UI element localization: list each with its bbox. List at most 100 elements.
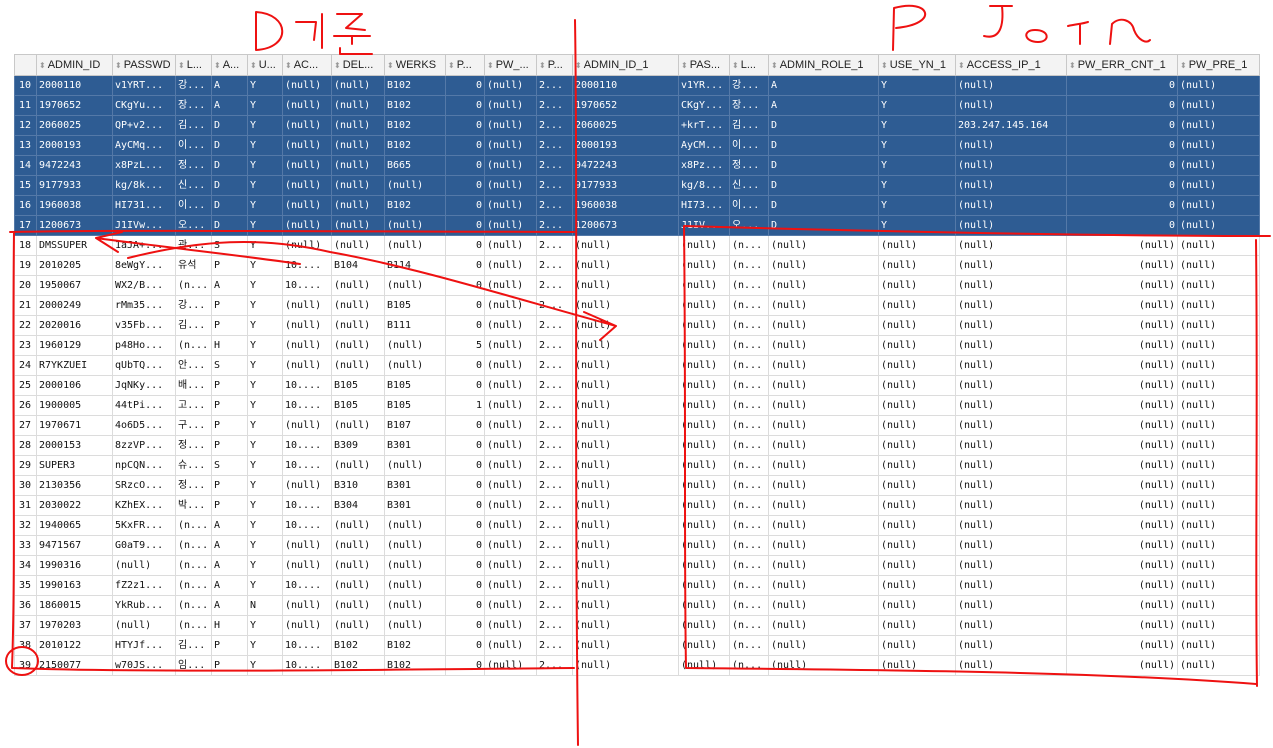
table-cell[interactable]: (null): [678, 375, 730, 396]
table-cell[interactable]: (null): [282, 215, 332, 236]
sort-icon[interactable]: ⬍: [1180, 61, 1187, 70]
table-cell[interactable]: (null): [484, 615, 537, 636]
table-cell[interactable]: Y: [247, 155, 283, 176]
table-cell[interactable]: Y: [247, 315, 283, 336]
table-cell[interactable]: (null): [1066, 655, 1178, 676]
table-cell[interactable]: Y: [247, 215, 283, 236]
table-cell[interactable]: (null): [768, 575, 879, 596]
table-cell[interactable]: (null): [955, 75, 1067, 96]
table-cell[interactable]: (null): [878, 335, 956, 356]
table-cell[interactable]: (null): [878, 635, 956, 656]
table-cell[interactable]: Y: [247, 555, 283, 576]
table-cell[interactable]: (null): [331, 215, 385, 236]
table-cell[interactable]: 0: [445, 615, 485, 636]
table-cell[interactable]: (null): [768, 275, 879, 296]
table-cell[interactable]: 2...: [536, 335, 573, 356]
table-cell[interactable]: (null): [1066, 235, 1178, 256]
table-cell[interactable]: (null): [678, 355, 730, 376]
table-cell[interactable]: (null): [384, 615, 446, 636]
table-cell[interactable]: (null): [282, 415, 332, 436]
table-cell[interactable]: SUPER3: [36, 455, 113, 476]
table-cell[interactable]: (null): [878, 415, 956, 436]
table-cell[interactable]: (null): [1177, 555, 1260, 576]
table-cell[interactable]: 2...: [536, 235, 573, 256]
table-cell[interactable]: (null): [331, 575, 385, 596]
table-cell[interactable]: (null): [1177, 275, 1260, 296]
table-cell[interactable]: HI731...: [112, 195, 176, 216]
table-cell[interactable]: (null): [768, 495, 879, 516]
table-cell[interactable]: (null): [384, 455, 446, 476]
table-cell[interactable]: (null): [384, 515, 446, 536]
table-cell[interactable]: D: [768, 175, 879, 196]
table-cell[interactable]: 0: [445, 375, 485, 396]
table-cell[interactable]: 10....: [282, 255, 332, 276]
table-cell[interactable]: (null): [955, 155, 1067, 176]
table-cell[interactable]: 장...: [175, 95, 212, 116]
table-cell[interactable]: KZhEX...: [112, 495, 176, 516]
table-cell[interactable]: x8Pz...: [678, 155, 730, 176]
table-cell[interactable]: (null): [572, 635, 679, 656]
column-header[interactable]: ⬍ PW_PRE_1: [1177, 54, 1260, 76]
table-cell[interactable]: Y: [247, 75, 283, 96]
table-cell[interactable]: (n...: [729, 395, 769, 416]
table-cell[interactable]: (null): [768, 355, 879, 376]
table-cell[interactable]: (null): [768, 555, 879, 576]
table-cell[interactable]: (null): [1177, 115, 1260, 136]
table-cell[interactable]: 박...: [175, 495, 212, 516]
table-cell[interactable]: Y: [247, 395, 283, 416]
table-cell[interactable]: (null): [1066, 575, 1178, 596]
table-cell[interactable]: (null): [282, 315, 332, 336]
table-cell[interactable]: CKgY...: [678, 95, 730, 116]
table-cell[interactable]: YkRub...: [112, 595, 176, 616]
table-cell[interactable]: 0: [445, 175, 485, 196]
table-cell[interactable]: (null): [282, 115, 332, 136]
table-cell[interactable]: (null): [331, 355, 385, 376]
table-cell[interactable]: Y: [878, 135, 956, 156]
table-cell[interactable]: 10....: [282, 435, 332, 456]
table-cell[interactable]: (null): [1066, 455, 1178, 476]
table-cell[interactable]: (n...: [729, 615, 769, 636]
table-cell[interactable]: (null): [878, 355, 956, 376]
table-cell[interactable]: (null): [484, 75, 537, 96]
table-cell[interactable]: JqNKy...: [112, 375, 176, 396]
table-cell[interactable]: (null): [282, 355, 332, 376]
table-cell[interactable]: (null): [484, 495, 537, 516]
table-cell[interactable]: (null): [1177, 335, 1260, 356]
table-cell[interactable]: 0: [445, 655, 485, 676]
table-cell[interactable]: Y: [878, 115, 956, 136]
table-cell[interactable]: D: [211, 195, 248, 216]
table-cell[interactable]: 0: [445, 135, 485, 156]
table-cell[interactable]: J1IVw...: [112, 215, 176, 236]
table-cell[interactable]: 정...: [175, 155, 212, 176]
table-cell[interactable]: (null): [1177, 295, 1260, 316]
table-cell[interactable]: (null): [768, 515, 879, 536]
table-cell[interactable]: (null): [572, 315, 679, 336]
table-cell[interactable]: Y: [247, 615, 283, 636]
table-cell[interactable]: H: [211, 335, 248, 356]
sort-icon[interactable]: ⬍: [214, 61, 221, 70]
table-cell[interactable]: (null): [1177, 455, 1260, 476]
sort-icon[interactable]: ⬍: [285, 61, 292, 70]
table-cell[interactable]: (null): [768, 315, 879, 336]
table-cell[interactable]: B102: [384, 75, 446, 96]
table-cell[interactable]: D: [768, 155, 879, 176]
table-cell[interactable]: 정...: [175, 475, 212, 496]
table-cell[interactable]: (null): [384, 595, 446, 616]
table-cell[interactable]: 44tPi...: [112, 395, 176, 416]
table-cell[interactable]: (null): [572, 255, 679, 276]
table-cell[interactable]: (null): [955, 175, 1067, 196]
table-cell[interactable]: 10....: [282, 275, 332, 296]
table-cell[interactable]: (null): [484, 475, 537, 496]
table-cell[interactable]: B102: [331, 655, 385, 676]
table-cell[interactable]: (null): [282, 195, 332, 216]
table-cell[interactable]: P: [211, 375, 248, 396]
table-cell[interactable]: (n...: [729, 535, 769, 556]
table-cell[interactable]: (null): [678, 295, 730, 316]
table-cell[interactable]: (null): [1177, 75, 1260, 96]
table-cell[interactable]: 2...: [536, 435, 573, 456]
table-cell[interactable]: (null): [282, 155, 332, 176]
table-row[interactable]: 30 2130356 SRzcO... 정... P Y (null) B310 B301 0 (n…: [14, 475, 1260, 496]
table-cell[interactable]: (null): [955, 575, 1067, 596]
table-row[interactable]: 36 1860015 YkRub... (n... A N (null) (null) (nul…: [14, 595, 1260, 616]
table-cell[interactable]: (null): [331, 515, 385, 536]
